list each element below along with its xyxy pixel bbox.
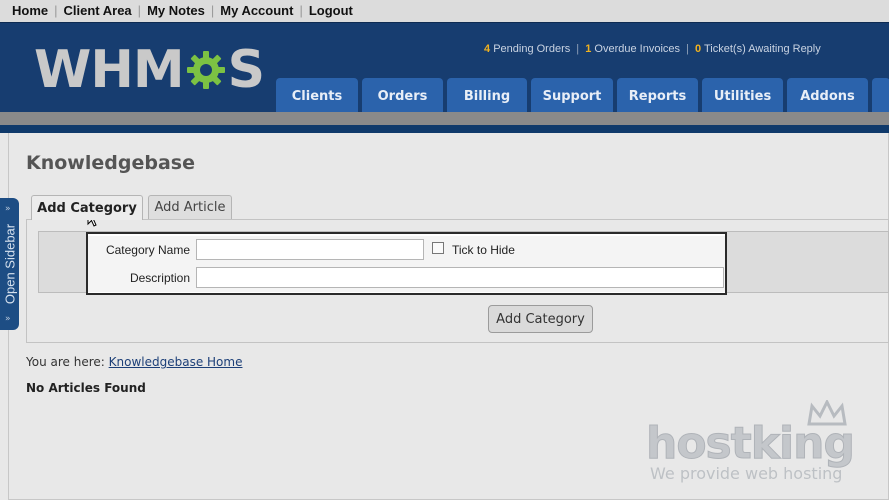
hide-checkbox-label: Tick to Hide <box>452 243 515 257</box>
add-category-button[interactable]: Add Category <box>488 305 593 333</box>
category-name-row: Category Name Tick to Hide <box>88 236 725 264</box>
hostking-watermark: hostking We provide web hosting <box>640 400 880 490</box>
category-name-label: Category Name <box>105 243 190 257</box>
top-link-my-notes[interactable]: My Notes <box>147 3 205 18</box>
gear-icon <box>186 51 225 89</box>
description-label: Description <box>129 271 190 285</box>
header: WHM S 4 Pending Orders | 1 Overdue Invoi… <box>0 22 889 114</box>
breadcrumb-link-knowledgebase-home[interactable]: Knowledgebase Home <box>109 355 243 369</box>
content-top-border <box>0 125 889 133</box>
tab-add-article[interactable]: Add Article <box>148 195 232 219</box>
nav-tab-reports[interactable]: Reports <box>617 78 698 114</box>
whmcs-logo[interactable]: WHM S <box>34 44 265 96</box>
watermark-tagline: We provide web hosting <box>650 464 843 483</box>
page-title: Knowledgebase <box>26 152 195 174</box>
breadcrumb: You are here: Knowledgebase Home <box>26 355 242 369</box>
open-sidebar-label: Open Sidebar <box>2 223 17 305</box>
description-input[interactable] <box>196 267 724 288</box>
tab-add-category[interactable]: Add Category <box>31 195 143 220</box>
chevron-right-icon: » <box>5 204 11 214</box>
main-nav: Clients Orders Billing Support Reports U… <box>276 78 889 114</box>
header-stats: 4 Pending Orders | 1 Overdue Invoices | … <box>484 43 821 55</box>
chevron-right-icon: » <box>5 314 11 324</box>
nav-tab-billing[interactable]: Billing <box>447 78 527 114</box>
overdue-invoices-link[interactable]: Overdue Invoices <box>594 43 680 55</box>
open-sidebar-toggle[interactable]: » Open Sidebar » <box>0 198 19 330</box>
top-links-bar: Home | Client Area | My Notes | My Account | Log… <box>0 0 889 22</box>
top-link-logout[interactable]: Logout <box>309 3 353 18</box>
nav-tab-utilities[interactable]: Utilities <box>702 78 783 114</box>
tickets-link[interactable]: Ticket(s) Awaiting Reply <box>704 43 821 55</box>
nav-tab-clients[interactable]: Clients <box>276 78 358 114</box>
top-link-client-area[interactable]: Client Area <box>64 3 132 18</box>
overdue-invoices-count: 1 <box>585 43 592 55</box>
pending-orders-link[interactable]: Pending Orders <box>493 43 570 55</box>
add-category-form: Category Name Tick to Hide Description <box>86 232 727 295</box>
watermark-brand: hostking <box>646 418 856 470</box>
description-row: Description <box>88 264 725 292</box>
pending-orders-count: 4 <box>484 43 491 55</box>
no-articles-message: No Articles Found <box>26 381 146 395</box>
header-divider <box>0 112 889 125</box>
nav-tab-support[interactable]: Support <box>531 78 613 114</box>
nav-tab-overflow[interactable] <box>872 78 889 114</box>
top-link-home[interactable]: Home <box>12 3 48 18</box>
category-name-input[interactable] <box>196 239 424 260</box>
tickets-count: 0 <box>695 43 702 55</box>
hide-checkbox[interactable] <box>432 242 444 254</box>
top-link-my-account[interactable]: My Account <box>220 3 293 18</box>
nav-tab-addons[interactable]: Addons <box>787 78 868 114</box>
breadcrumb-prefix: You are here: <box>26 355 105 369</box>
nav-tab-orders[interactable]: Orders <box>362 78 443 114</box>
